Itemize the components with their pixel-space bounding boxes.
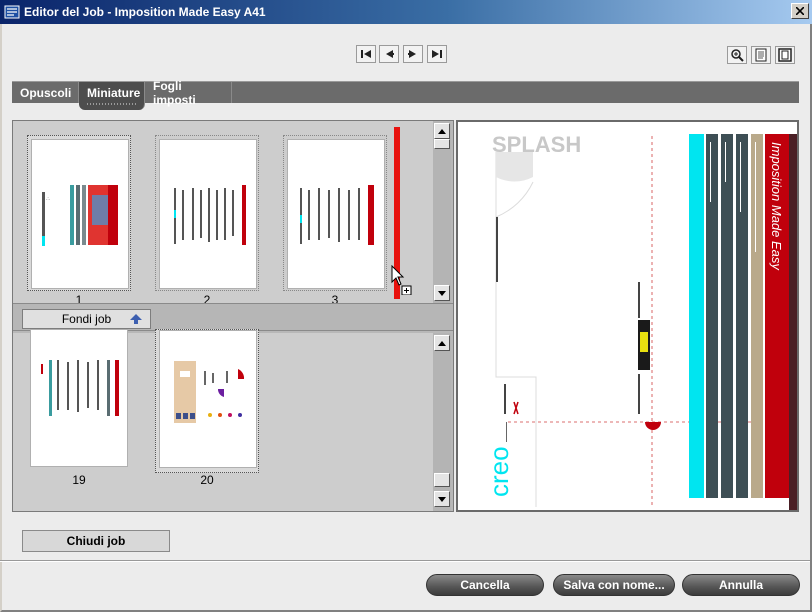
drag-copy-cursor-icon — [391, 265, 412, 295]
undo-label: Annulla — [719, 578, 763, 592]
undo-button[interactable]: Annulla — [682, 574, 800, 596]
arrow-down-icon — [438, 290, 446, 296]
window-title: Editor del Job - Imposition Made Easy A4… — [24, 5, 266, 19]
save-as-label: Salva con nome... — [563, 578, 665, 592]
merge-job-label: Fondi job — [61, 312, 112, 326]
page-content-image: .:. — [42, 185, 118, 246]
page-content-image — [300, 185, 374, 245]
thumbnails-panel: .:. 1 2 3 Fondi job 19 20 — [12, 120, 454, 512]
top-grid-scrollbar[interactable] — [433, 121, 451, 303]
scroll-up-button[interactable] — [434, 123, 450, 139]
prev-page-button[interactable] — [379, 45, 399, 63]
vertical-title: Imposition Made Easy — [769, 142, 784, 271]
page-content-image — [41, 360, 119, 416]
bottom-grid-scrollbar[interactable] — [433, 333, 451, 511]
thumbnail-number: 19 — [72, 473, 86, 487]
footer-separator — [0, 560, 810, 562]
thumbnail-page[interactable] — [155, 329, 259, 473]
scroll-up-button[interactable] — [434, 335, 450, 351]
page-preview-pane: SPLASH creo Imposition Made Easy — [456, 120, 799, 512]
creo-logo: creo — [484, 446, 514, 497]
scroll-down-button[interactable] — [434, 285, 450, 301]
prev-page-icon — [386, 50, 394, 58]
close-icon — [796, 7, 804, 15]
window-close-button[interactable] — [791, 3, 809, 19]
view-tabs: Opuscoli Miniature Fogli imposti — [12, 79, 799, 110]
last-page-icon — [432, 50, 442, 58]
arrow-up-icon — [438, 340, 446, 346]
arrow-up-icon — [438, 128, 446, 134]
scroll-thumb[interactable] — [434, 139, 450, 149]
tab-label: Miniature — [87, 86, 141, 100]
app-icon — [4, 5, 20, 19]
page-preview: .:. — [31, 139, 129, 289]
thumbnail-page[interactable] — [283, 135, 387, 291]
close-job-button[interactable]: Chiudi job — [22, 530, 170, 552]
close-job-label: Chiudi job — [66, 534, 126, 548]
thumbnail-page[interactable]: .:. — [27, 135, 131, 291]
save-as-button[interactable]: Salva con nome... — [553, 574, 675, 596]
window-titlebar: Editor del Job - Imposition Made Easy A4… — [0, 0, 812, 24]
first-page-icon — [361, 50, 371, 58]
tab-fogli-imposti[interactable]: Fogli imposti — [145, 79, 232, 107]
page-content-image — [174, 185, 246, 245]
zoom-button[interactable] — [727, 46, 747, 64]
tab-label: Fogli imposti — [153, 78, 196, 107]
page-preview — [287, 139, 385, 289]
merge-thumbnails-grid: 19 20 — [13, 329, 433, 511]
merge-bar: Fondi job — [13, 303, 453, 331]
arrow-down-icon — [438, 496, 446, 502]
zoom-icon — [731, 49, 744, 62]
sheet-view-icon — [778, 48, 792, 62]
cancel-label: Cancella — [460, 578, 510, 592]
cancel-button[interactable]: Cancella — [426, 574, 544, 596]
thumbnail-page[interactable] — [27, 329, 131, 473]
tab-miniature[interactable]: Miniature — [79, 82, 145, 110]
page-preview — [159, 139, 257, 289]
merge-job-button[interactable]: Fondi job — [22, 309, 151, 329]
tab-label: Opuscoli — [20, 85, 72, 100]
page-preview — [30, 329, 128, 467]
last-page-button[interactable] — [427, 45, 447, 63]
thumbnail-number: 20 — [200, 473, 214, 487]
first-page-button[interactable] — [356, 45, 376, 63]
page-content-image — [174, 361, 245, 423]
next-page-icon — [408, 50, 416, 58]
page-preview — [159, 330, 257, 468]
tab-grip — [87, 103, 136, 105]
tab-opuscoli[interactable]: Opuscoli — [12, 82, 79, 103]
page-view-icon — [755, 48, 767, 62]
svg-text:.:.: .:. — [46, 196, 50, 202]
sheet-view-button[interactable] — [775, 46, 795, 64]
page-view-button[interactable] — [751, 46, 771, 64]
scroll-down-button[interactable] — [434, 491, 450, 507]
job-thumbnails-grid: .:. 1 2 3 — [13, 121, 433, 307]
arrow-up-icon — [130, 314, 142, 324]
scroll-thumb[interactable] — [434, 473, 450, 487]
preview-page-image: SPLASH creo Imposition Made Easy — [484, 132, 797, 510]
thumbnail-page[interactable] — [155, 135, 259, 291]
next-page-button[interactable] — [403, 45, 423, 63]
